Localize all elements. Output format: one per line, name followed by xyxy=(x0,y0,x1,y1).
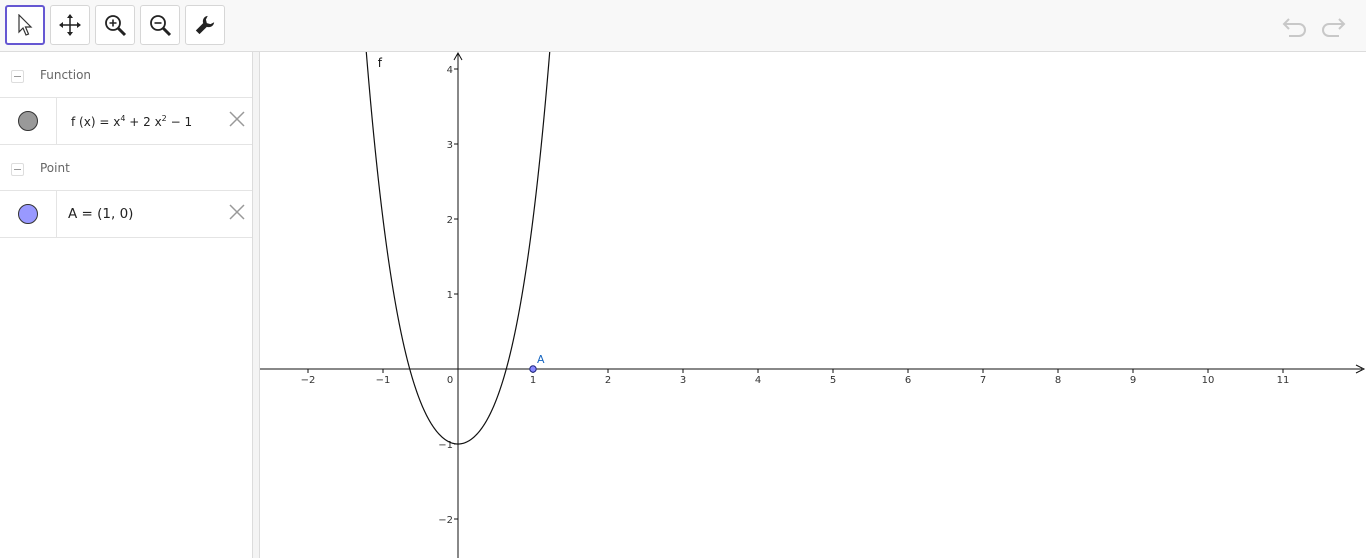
visibility-marble[interactable] xyxy=(18,111,38,131)
x-tick-label: 2 xyxy=(605,375,611,386)
toolbar xyxy=(0,0,1366,52)
delete-icon[interactable] xyxy=(228,203,246,221)
point-a[interactable] xyxy=(529,365,537,373)
x-tick-label: 9 xyxy=(1130,375,1136,386)
y-tick-label: 2 xyxy=(447,215,453,226)
redo-icon xyxy=(1322,18,1346,37)
y-tick-label: −2 xyxy=(438,515,453,526)
function-formula[interactable]: f (x) = x4 + 2 x2 − 1 xyxy=(71,114,192,129)
x-tick-label: 4 xyxy=(755,375,761,386)
move-tool-button[interactable] xyxy=(5,5,45,45)
settings-button[interactable] xyxy=(185,5,225,45)
graphics-view[interactable]: −2 −1 0 1 2 3 4 5 6 7 8 9 10 11 4 3 2 1 −1 −2 f A xyxy=(260,52,1366,558)
algebra-row-function[interactable]: f (x) = x4 + 2 x2 − 1 xyxy=(0,97,252,145)
x-tick-label: 1 xyxy=(530,375,536,386)
point-formula[interactable]: A = (1, 0) xyxy=(68,206,133,222)
move-arrows-icon xyxy=(59,14,81,36)
y-tick-label: 1 xyxy=(447,290,453,301)
panel-splitter[interactable] xyxy=(253,52,260,558)
x-tick-label: 7 xyxy=(980,375,986,386)
collapse-toggle-function[interactable] xyxy=(11,70,24,83)
zoom-in-icon xyxy=(105,15,127,37)
x-tick-label: 8 xyxy=(1055,375,1061,386)
undo-icon xyxy=(1282,18,1306,37)
cursor-arrow-icon xyxy=(18,14,33,36)
zoom-in-button[interactable] xyxy=(95,5,135,45)
function-label: f xyxy=(378,56,383,70)
y-tick-label: 3 xyxy=(447,140,453,151)
delete-icon[interactable] xyxy=(228,110,246,128)
zoom-out-icon xyxy=(150,15,172,37)
x-tick-label: 5 xyxy=(830,375,836,386)
move-graphics-view-button[interactable] xyxy=(50,5,90,45)
zoom-out-button[interactable] xyxy=(140,5,180,45)
x-tick-label: 6 xyxy=(905,375,911,386)
collapse-toggle-point[interactable] xyxy=(11,163,24,176)
x-tick-label: 10 xyxy=(1202,375,1215,386)
group-label: Function xyxy=(40,68,92,82)
y-tick-label: −1 xyxy=(438,440,453,451)
x-tick-label: −2 xyxy=(301,375,316,386)
group-header-function: Function xyxy=(0,52,252,97)
x-tick-label: 11 xyxy=(1277,375,1290,386)
x-tick-label: 0 xyxy=(447,375,453,386)
group-label: Point xyxy=(40,161,70,175)
point-label: A xyxy=(537,353,545,366)
undo-button[interactable] xyxy=(1280,12,1310,40)
group-header-point: Point xyxy=(0,145,252,190)
algebra-row-point[interactable]: A = (1, 0) xyxy=(0,190,252,238)
y-tick-label: 4 xyxy=(447,65,453,76)
x-tick-label: 3 xyxy=(680,375,686,386)
visibility-marble[interactable] xyxy=(18,204,38,224)
redo-button[interactable] xyxy=(1318,12,1348,40)
algebra-view: Function f (x) = x4 + 2 x2 − 1 Point A =… xyxy=(0,52,253,558)
wrench-icon xyxy=(195,15,215,35)
x-tick-label: −1 xyxy=(376,375,391,386)
